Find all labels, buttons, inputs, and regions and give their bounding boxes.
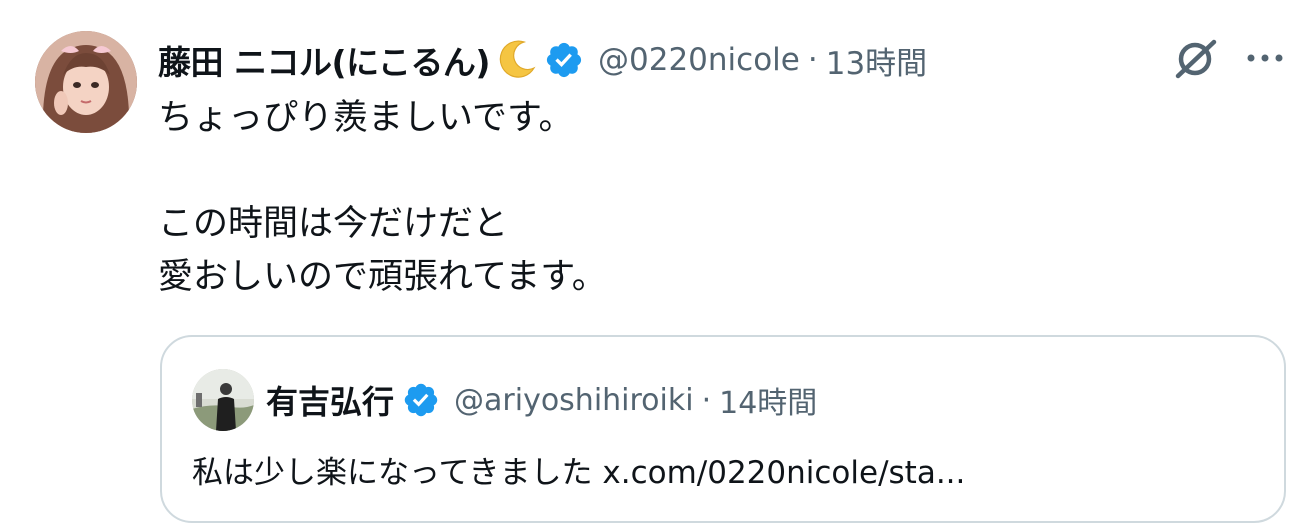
tweet-timestamp[interactable]: 13時間 — [826, 38, 927, 83]
tweet[interactable]: 藤田 ニコル(にこるん) @0220nicole · 13時間 ちょっぴり羨まし… — [0, 0, 1299, 532]
quoted-header-separator: · — [701, 382, 712, 418]
verified-badge-icon[interactable] — [402, 381, 440, 419]
quoted-tweet[interactable]: 有吉弘行 @ariyoshihiroiki · 14時間 私は少し楽になってきま… — [160, 335, 1286, 523]
verified-badge-icon[interactable] — [544, 40, 584, 80]
quoted-tweet-timestamp[interactable]: 14時間 — [719, 378, 817, 422]
crescent-moon-icon — [494, 38, 538, 82]
author-avatar[interactable] — [35, 31, 137, 133]
tweet-header: 藤田 ニコル(にこるん) @0220nicole · 13時間 — [158, 34, 927, 86]
quoted-author-avatar[interactable] — [192, 369, 254, 431]
more-options-icon[interactable] — [1243, 46, 1287, 70]
tweet-text: ちょっぴり羨ましいです。 この時間は今だけだと 愛おしいので頑張れてます。 — [158, 98, 607, 297]
quoted-tweet-header: 有吉弘行 @ariyoshihiroiki · 14時間 — [266, 375, 817, 425]
header-separator: · — [807, 42, 818, 78]
author-display-name[interactable]: 藤田 ニコル(にこるん) — [158, 36, 491, 84]
grok-icon[interactable] — [1170, 36, 1220, 82]
quoted-tweet-text: 私は少し楽になってきました x.com/0220nicole/sta... — [192, 455, 966, 491]
quoted-author-display-name[interactable]: 有吉弘行 — [266, 377, 394, 423]
quoted-author-handle[interactable]: @ariyoshihiroiki — [454, 383, 694, 418]
author-handle[interactable]: @0220nicole — [598, 42, 800, 78]
